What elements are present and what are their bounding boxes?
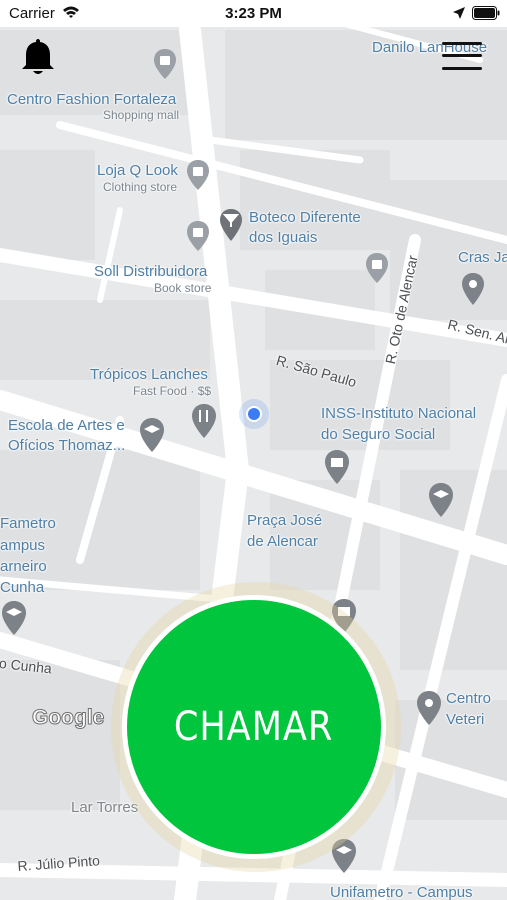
status-bar: Carrier 3:23 PM (0, 0, 507, 27)
place-label[interactable]: ampus (0, 537, 45, 554)
place-label[interactable]: Veteri (446, 711, 484, 728)
place-label[interactable]: Escola de Artes e (8, 417, 125, 434)
place-label[interactable]: INSS-Instituto Nacional (321, 405, 476, 422)
place-label[interactable]: do Seguro Social (321, 426, 435, 443)
place-label[interactable]: Ofícios Thomaz... (8, 437, 125, 454)
battery-icon (472, 6, 500, 20)
school-pin-icon[interactable] (428, 482, 454, 518)
place-label[interactable]: Fametro (0, 515, 56, 532)
place-label[interactable]: Soll Distribuidora (94, 263, 207, 280)
place-type-label: Book store (154, 281, 212, 295)
bar-pin-icon[interactable] (219, 208, 243, 244)
shopping-bag-pin-icon[interactable] (186, 159, 210, 191)
hamburger-menu-icon[interactable] (440, 40, 484, 72)
place-type-label: Clothing store (103, 180, 178, 194)
place-label[interactable]: Centro Fashion Fortaleza (7, 91, 176, 108)
bell-icon[interactable] (18, 36, 58, 78)
shopping-bag-pin-icon[interactable] (365, 252, 389, 284)
place-type-label: Fast Food · $$ (133, 384, 212, 398)
call-button[interactable]: CHAMAR (122, 595, 386, 859)
clock: 3:23 PM (225, 5, 282, 22)
place-label[interactable]: Praça José (247, 512, 322, 529)
user-location-dot (239, 399, 269, 429)
place-label[interactable]: Boteco Diferente (249, 209, 361, 226)
place-label[interactable]: dos Iguais (249, 229, 317, 246)
location-arrow-icon (453, 7, 465, 19)
shopping-bag-pin-icon[interactable] (153, 48, 177, 80)
place-label[interactable]: arneiro (0, 558, 47, 575)
school-pin-icon[interactable] (1, 600, 27, 636)
google-attribution: Google (31, 706, 105, 730)
place-label[interactable]: Centro (446, 690, 491, 707)
place-label[interactable]: Cunha (0, 579, 44, 596)
shopping-bag-pin-icon[interactable] (186, 220, 210, 252)
school-pin-icon[interactable] (139, 417, 165, 453)
government-pin-icon[interactable] (324, 449, 350, 485)
place-label[interactable]: de Alencar (247, 533, 318, 550)
location-pin-icon[interactable] (416, 690, 442, 726)
app-screen: Danilo LanHouse Centro Fashion Fortaleza… (0, 0, 507, 900)
place-label[interactable]: Lar Torres (71, 799, 138, 816)
place-type-label: Shopping mall (103, 108, 180, 122)
location-pin-icon[interactable] (461, 272, 485, 306)
place-label[interactable]: Loja Q Look (97, 162, 178, 179)
place-label[interactable]: Cras Ja (458, 249, 507, 266)
place-label[interactable]: Unifametro - Campus (330, 884, 473, 900)
call-button-label: CHAMAR (174, 704, 334, 750)
restaurant-pin-icon[interactable] (191, 403, 217, 439)
place-label[interactable]: Trópicos Lanches (90, 366, 208, 383)
